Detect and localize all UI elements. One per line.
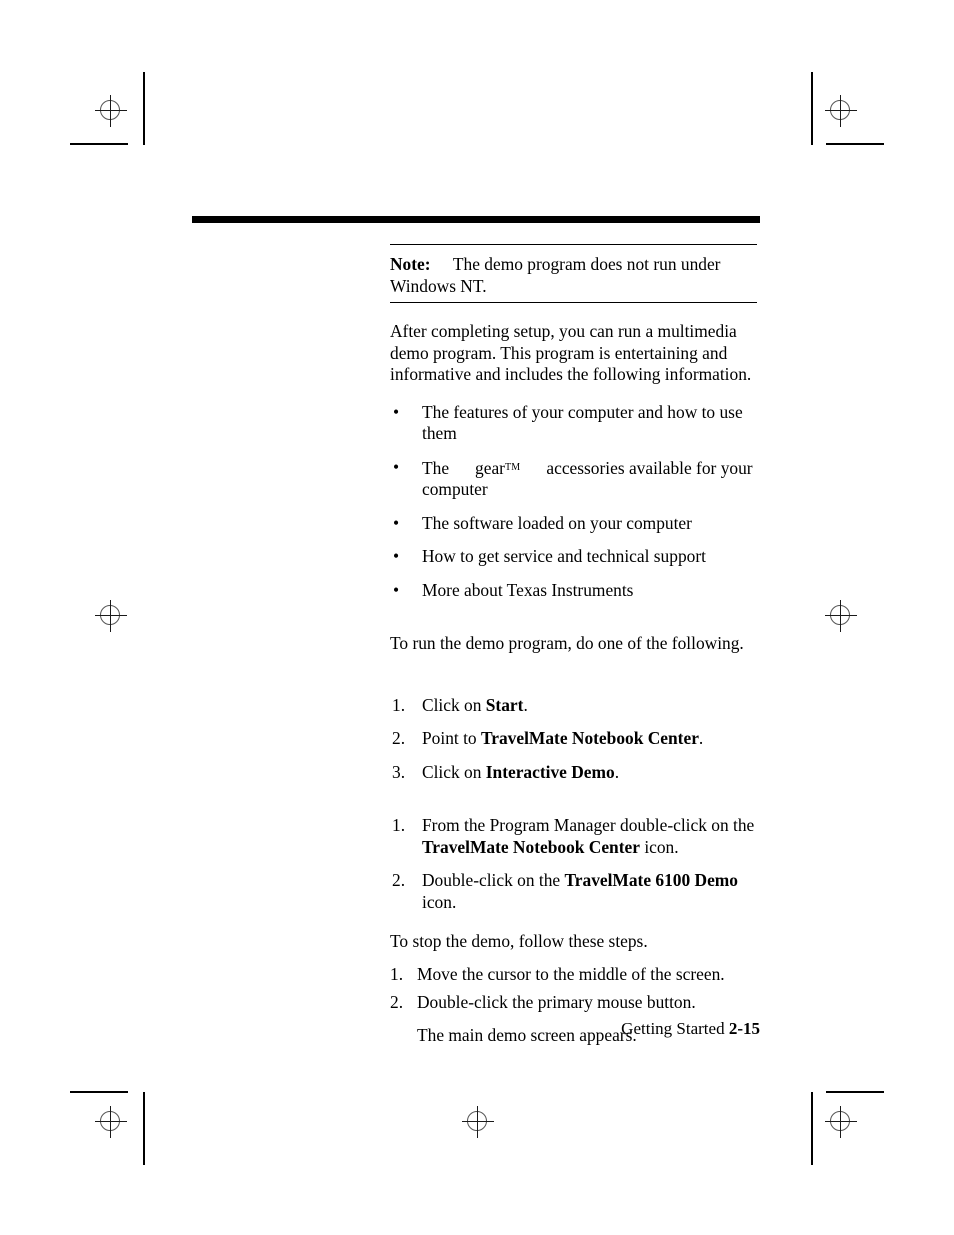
list-item-text-pre: The <box>422 457 450 478</box>
step-item: 2. Double-click the primary mouse button… <box>390 992 762 1014</box>
registration-horizontal-line <box>95 110 127 112</box>
manual-page: Note: The demo program does not run unde… <box>0 0 954 1235</box>
trim-mark-bottom-left-horizontal <box>70 1091 128 1093</box>
trim-mark-bottom-right-horizontal <box>826 1091 884 1093</box>
step-text-post: icon. <box>422 891 457 912</box>
step-text-bold: Interactive Demo <box>485 761 615 782</box>
step-text-pre: Click on <box>422 761 486 782</box>
step-text-pre: From the Program Manager double-click on… <box>422 815 755 836</box>
step-text-bold: TravelMate Notebook Center <box>422 836 640 857</box>
step-number: 1. <box>390 963 404 984</box>
footer-page-number: 2-15 <box>728 1019 760 1038</box>
run-demo-steps-windows31: 1. From the Program Manager double-click… <box>390 815 762 913</box>
registration-mark-bottom-right <box>824 1105 858 1139</box>
list-item: • The features of your computer and how … <box>390 402 762 445</box>
registration-horizontal-line <box>95 615 127 617</box>
stop-demo-steps: 1. Move the cursor to the middle of the … <box>390 964 762 1014</box>
step-number: 3. <box>392 761 406 782</box>
trim-mark-bottom-left-vertical <box>143 1092 145 1165</box>
registration-horizontal-line <box>825 110 857 112</box>
section-heading-rule <box>192 216 760 223</box>
registration-mark-mid-right <box>824 599 858 633</box>
step-item: 2. Point to TravelMate Notebook Center. <box>390 728 762 750</box>
step-text-post: . <box>523 694 528 715</box>
registration-horizontal-line <box>825 1121 857 1123</box>
registration-mark-bottom-left <box>94 1105 128 1139</box>
list-item-text: The features of your computer and how to… <box>422 401 743 444</box>
step-text: Double-click the primary mouse button. <box>417 992 696 1013</box>
step-text-pre: Click on <box>422 694 486 715</box>
note-callout: Note: The demo program does not run unde… <box>390 244 757 303</box>
registration-mark-bottom-center <box>461 1105 495 1139</box>
step-item: 1. Move the cursor to the middle of the … <box>390 964 762 986</box>
features-bullet-list: • The features of your computer and how … <box>390 402 762 602</box>
list-item-text: How to get service and technical support <box>422 546 706 567</box>
trim-mark-top-left-vertical <box>143 72 145 145</box>
step-text-post: . <box>614 761 620 782</box>
step-item: 1. Click on Start. <box>390 695 762 717</box>
step-text: Move the cursor to the middle of the scr… <box>417 963 725 984</box>
step-number: 2. <box>390 992 404 1013</box>
run-demo-steps-windows95: 1. Click on Start. 2. Point to TravelMat… <box>390 695 762 784</box>
list-item: • The gearTM accessories available for you… <box>390 457 762 501</box>
page-footer: Getting Started 2-15 <box>390 1018 760 1040</box>
step-item: 3. Click on Interactive Demo. <box>390 762 762 784</box>
step-number: 2. <box>392 728 406 749</box>
trademark-symbol: TM <box>504 461 521 473</box>
registration-horizontal-line <box>462 1121 494 1123</box>
intro-paragraph: After completing setup, you can run a mu… <box>390 321 752 384</box>
registration-horizontal-line <box>825 615 857 617</box>
step-number: 2. <box>392 870 406 891</box>
note-label: Note: <box>390 254 431 274</box>
bullet-icon: • <box>393 512 400 533</box>
step-number: 1. <box>392 815 406 836</box>
list-item-text-post: accessories available for your computer <box>422 457 753 500</box>
list-item-text: More about Texas Instruments <box>422 579 634 600</box>
step-number: 1. <box>392 694 406 715</box>
trim-mark-top-right-horizontal <box>826 143 884 145</box>
run-demo-lead: To run the demo program, do one of the f… <box>390 633 744 654</box>
bullet-icon: • <box>393 401 400 422</box>
registration-mark-top-left <box>94 94 128 128</box>
note-text: The demo program does not run under Wind… <box>390 254 721 296</box>
bullet-icon: • <box>393 546 400 567</box>
trim-mark-bottom-right-vertical <box>811 1092 813 1165</box>
bullet-icon: • <box>393 456 400 477</box>
trim-mark-top-right-vertical <box>811 72 813 145</box>
step-text-bold: TravelMate 6100 Demo <box>564 870 738 891</box>
stop-demo-lead: To stop the demo, follow these steps. <box>390 931 648 952</box>
step-item: 2. Double-click on the TravelMate 6100 D… <box>390 870 762 913</box>
step-text-post: icon. <box>639 836 679 857</box>
brand-name: gear <box>475 457 505 478</box>
step-text-pre: Point to <box>422 728 481 749</box>
step-text-post: . <box>698 728 704 749</box>
list-item-text: The software loaded on your computer <box>422 512 692 533</box>
registration-mark-mid-left <box>94 599 128 633</box>
registration-mark-top-right <box>824 94 858 128</box>
step-text-bold: TravelMate Notebook Center <box>480 728 699 749</box>
content-column: Note: The demo program does not run unde… <box>390 244 762 1046</box>
step-text-pre: Double-click on the <box>422 870 565 891</box>
step-text-bold: Start <box>485 694 524 715</box>
footer-section-label: Getting Started <box>621 1019 725 1038</box>
list-item: • How to get service and technical suppo… <box>390 546 762 568</box>
registration-horizontal-line <box>95 1121 127 1123</box>
list-item: • The software loaded on your computer <box>390 513 762 535</box>
bullet-icon: • <box>393 579 400 600</box>
step-item: 1. From the Program Manager double-click… <box>390 815 762 858</box>
list-item: • More about Texas Instruments <box>390 580 762 602</box>
trim-mark-top-left-horizontal <box>70 143 128 145</box>
